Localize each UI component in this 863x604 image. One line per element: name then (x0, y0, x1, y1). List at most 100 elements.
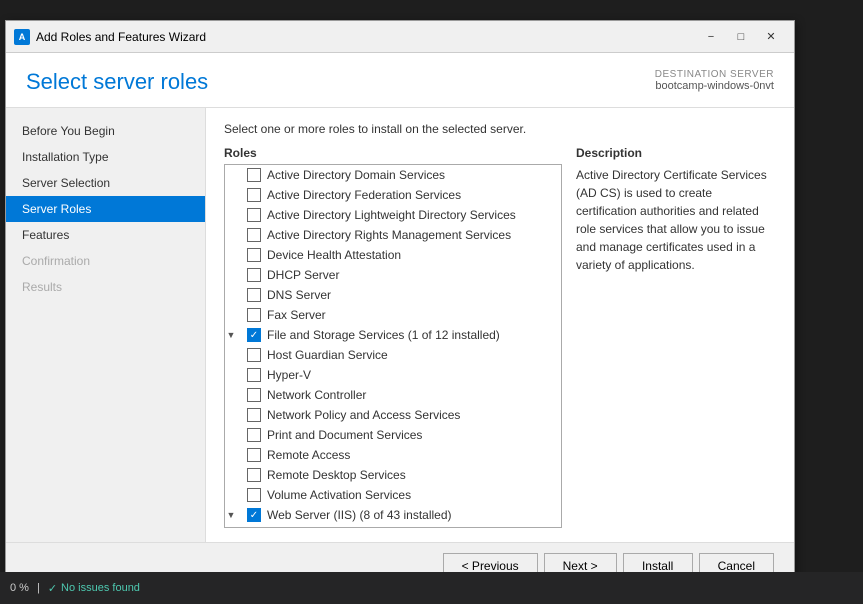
checkbox-dhcp[interactable] (247, 268, 261, 282)
checkbox-print-document[interactable] (247, 428, 261, 442)
checkbox-fax[interactable] (247, 308, 261, 322)
expand-icon-dhcp (225, 269, 237, 281)
window-icon: A (14, 29, 30, 45)
minimize-button[interactable]: − (696, 27, 726, 47)
role-item-hyper-v[interactable]: Hyper-V (225, 365, 561, 385)
main-content-area: Select one or more roles to install on t… (206, 108, 794, 542)
role-item-device-health[interactable]: Device Health Attestation (225, 245, 561, 265)
role-item-ad-federation[interactable]: Active Directory Federation Services (225, 185, 561, 205)
checkbox-dns[interactable] (247, 288, 261, 302)
check-icon: ✓ (48, 582, 57, 595)
role-label-host-guardian: Host Guardian Service (267, 348, 388, 362)
checkbox-ad-domain[interactable] (247, 168, 261, 182)
main-area: Before You Begin Installation Type Serve… (6, 108, 794, 542)
expand-icon-volume-activation (225, 489, 237, 501)
role-item-network-controller[interactable]: Network Controller (225, 385, 561, 405)
role-item-remote-desktop[interactable]: Remote Desktop Services (225, 465, 561, 485)
destination-server-info: DESTINATION SERVER bootcamp-windows-0nvt (655, 69, 774, 92)
checkbox-remote-access[interactable] (247, 448, 261, 462)
expand-icon-host-guardian (225, 349, 237, 361)
status-ok: ✓ No issues found (48, 582, 140, 595)
role-item-network-policy[interactable]: Network Policy and Access Services (225, 405, 561, 425)
checkbox-remote-desktop[interactable] (247, 468, 261, 482)
role-label-fax: Fax Server (267, 308, 326, 322)
sidebar: Before You Begin Installation Type Serve… (6, 108, 206, 542)
sidebar-item-before-you-begin[interactable]: Before You Begin (6, 118, 205, 144)
expand-icon-network-controller (225, 389, 237, 401)
checkbox-ad-federation[interactable] (247, 188, 261, 202)
role-item-host-guardian[interactable]: Host Guardian Service (225, 345, 561, 365)
checkbox-hyper-v[interactable] (247, 368, 261, 382)
checkbox-device-health[interactable] (247, 248, 261, 262)
expand-icon-ad-domain (225, 169, 237, 181)
role-label-hyper-v: Hyper-V (267, 368, 311, 382)
roles-section: Roles Active Directory Domain ServicesAc… (224, 146, 776, 528)
roles-column: Roles Active Directory Domain ServicesAc… (224, 146, 562, 528)
expand-icon-dns (225, 289, 237, 301)
checkbox-ad-rights[interactable] (247, 228, 261, 242)
wizard-content: Select server roles DESTINATION SERVER b… (6, 53, 794, 589)
role-item-volume-activation[interactable]: Volume Activation Services (225, 485, 561, 505)
role-label-remote-access: Remote Access (267, 448, 350, 462)
expand-icon-fax (225, 309, 237, 321)
maximize-button[interactable]: □ (726, 27, 756, 47)
role-item-remote-access[interactable]: Remote Access (225, 445, 561, 465)
role-item-fax[interactable]: Fax Server (225, 305, 561, 325)
expand-icon-hyper-v (225, 369, 237, 381)
checkbox-web-server[interactable]: ✓ (247, 508, 261, 522)
role-item-windows-deployment[interactable]: Windows Deployment Services (225, 525, 561, 528)
sidebar-item-confirmation: Confirmation (6, 248, 205, 274)
status-text: No issues found (61, 582, 140, 594)
page-title: Select server roles (26, 69, 208, 95)
sidebar-item-server-roles[interactable]: Server Roles (6, 196, 205, 222)
role-item-dns[interactable]: DNS Server (225, 285, 561, 305)
description-header: Description (576, 146, 776, 160)
description-text: Active Directory Certificate Services (A… (576, 166, 776, 274)
checkbox-network-controller[interactable] (247, 388, 261, 402)
role-label-ad-federation: Active Directory Federation Services (267, 188, 461, 202)
checkbox-ad-lightweight[interactable] (247, 208, 261, 222)
roles-column-header: Roles (224, 146, 562, 160)
role-label-dhcp: DHCP Server (267, 268, 339, 282)
expand-icon-print-document (225, 429, 237, 441)
role-item-dhcp[interactable]: DHCP Server (225, 265, 561, 285)
expand-icon-ad-lightweight (225, 209, 237, 221)
wizard-header: Select server roles DESTINATION SERVER b… (6, 53, 794, 108)
instruction-text: Select one or more roles to install on t… (224, 122, 776, 136)
expand-icon-device-health (225, 249, 237, 261)
checkbox-host-guardian[interactable] (247, 348, 261, 362)
role-label-print-document: Print and Document Services (267, 428, 422, 442)
role-item-ad-rights[interactable]: Active Directory Rights Management Servi… (225, 225, 561, 245)
roles-list[interactable]: Active Directory Domain Services Active D… (224, 164, 562, 528)
expand-icon-ad-rights (225, 229, 237, 241)
role-label-file-storage: File and Storage Services (1 of 12 insta… (267, 328, 500, 342)
sidebar-item-features[interactable]: Features (6, 222, 205, 248)
destination-server-name: bootcamp-windows-0nvt (655, 80, 774, 92)
expand-icon-remote-desktop (225, 469, 237, 481)
expand-icon-network-policy (225, 409, 237, 421)
expand-icon-web-server[interactable]: ▼ (225, 509, 237, 521)
expand-icon-ad-federation (225, 189, 237, 201)
close-button[interactable]: ✕ (756, 27, 786, 47)
role-label-network-controller: Network Controller (267, 388, 366, 402)
role-label-device-health: Device Health Attestation (267, 248, 401, 262)
role-item-ad-domain[interactable]: Active Directory Domain Services (225, 165, 561, 185)
checkbox-network-policy[interactable] (247, 408, 261, 422)
checkbox-file-storage[interactable]: ✓ (247, 328, 261, 342)
role-label-remote-desktop: Remote Desktop Services (267, 468, 406, 482)
sidebar-item-results: Results (6, 274, 205, 300)
status-bar: 0 % | ✓ No issues found (0, 572, 863, 604)
sidebar-item-installation-type[interactable]: Installation Type (6, 144, 205, 170)
window-title: Add Roles and Features Wizard (36, 30, 696, 44)
role-item-print-document[interactable]: Print and Document Services (225, 425, 561, 445)
expand-icon-file-storage[interactable]: ▼ (225, 329, 237, 341)
role-label-volume-activation: Volume Activation Services (267, 488, 411, 502)
sidebar-item-server-selection[interactable]: Server Selection (6, 170, 205, 196)
checkbox-volume-activation[interactable] (247, 488, 261, 502)
role-label-dns: DNS Server (267, 288, 331, 302)
role-item-file-storage[interactable]: ▼ ✓ File and Storage Services (1 of 12 ins… (225, 325, 561, 345)
role-item-web-server[interactable]: ▼✓Web Server (IIS) (8 of 43 installed) (225, 505, 561, 525)
role-label-ad-domain: Active Directory Domain Services (267, 168, 445, 182)
window-controls: − □ ✕ (696, 27, 786, 47)
role-item-ad-lightweight[interactable]: Active Directory Lightweight Directory S… (225, 205, 561, 225)
